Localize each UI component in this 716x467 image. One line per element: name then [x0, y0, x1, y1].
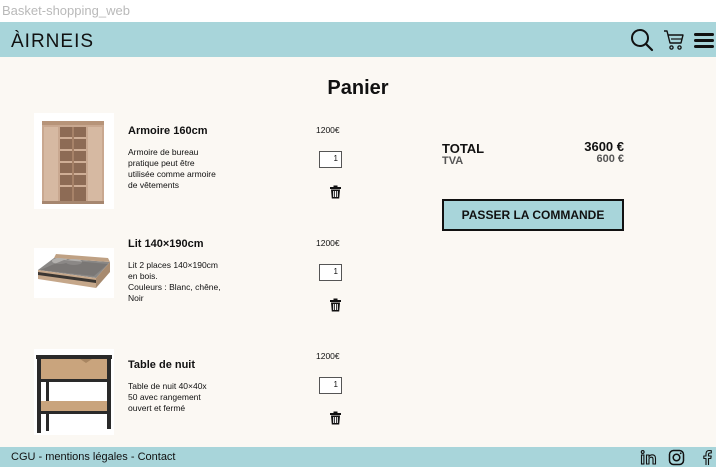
footer-links: CGU - mentions légales - Contact: [11, 451, 176, 463]
legal-link[interactable]: mentions légales: [45, 451, 128, 463]
product-description: Table de nuit 40×40x 50 avec rangement o…: [128, 381, 207, 413]
search-icon[interactable]: [630, 28, 654, 52]
facebook-icon[interactable]: [698, 449, 715, 466]
quantity-input[interactable]: 1: [319, 151, 342, 168]
product-name[interactable]: Armoire 160cm: [128, 125, 208, 137]
product-name[interactable]: Table de nuit: [128, 359, 195, 371]
tva-label: TVA: [442, 155, 464, 167]
instagram-icon[interactable]: [668, 449, 685, 466]
bed-image: [34, 248, 114, 298]
checkout-button[interactable]: PASSER LA COMMANDE: [442, 199, 624, 231]
cgu-link[interactable]: CGU: [11, 451, 35, 463]
product-price: 1200€: [316, 238, 340, 248]
footer-separator: -: [127, 451, 138, 463]
tva-value: 600 €: [596, 153, 624, 165]
cart-item: Armoire 160cm Armoire de bureau pratique…: [0, 113, 400, 225]
cart-icon[interactable]: [662, 28, 686, 52]
total-label: TOTAL: [442, 141, 485, 156]
linkedin-icon[interactable]: [640, 449, 657, 466]
trash-icon[interactable]: [329, 298, 342, 312]
wardrobe-image: [34, 113, 114, 209]
product-price: 1200€: [316, 125, 340, 135]
quantity-input[interactable]: 1: [319, 264, 342, 281]
page-title: Panier: [327, 77, 389, 99]
trash-icon[interactable]: [329, 185, 342, 199]
menu-icon[interactable]: [692, 28, 716, 52]
product-price: 1200€: [316, 351, 340, 361]
product-name[interactable]: Lit 140×190cm: [128, 238, 204, 250]
trash-icon[interactable]: [329, 411, 342, 425]
frame-label: Basket-shopping_web: [2, 3, 130, 18]
header: ÀIRNEIS: [0, 22, 716, 57]
cart-item: Lit 140×190cm Lit 2 places 140×190cm en …: [0, 238, 400, 338]
total-value: 3600 €: [584, 139, 624, 154]
contact-link[interactable]: Contact: [138, 451, 176, 463]
footer-separator: -: [35, 451, 46, 463]
cart-page: Panier Armoire 160cm Armoire de bureau p…: [0, 57, 716, 447]
quantity-input[interactable]: 1: [319, 377, 342, 394]
product-description: Armoire de bureau pratique peut être uti…: [128, 147, 216, 190]
cart-item: Table de nuit Table de nuit 40×40x 50 av…: [0, 349, 400, 451]
product-description: Lit 2 places 140×190cm en bois. Couleurs…: [128, 260, 221, 303]
footer: CGU - mentions légales - Contact: [0, 447, 716, 467]
logo[interactable]: ÀIRNEIS: [11, 31, 94, 53]
nightstand-image: [34, 349, 114, 435]
